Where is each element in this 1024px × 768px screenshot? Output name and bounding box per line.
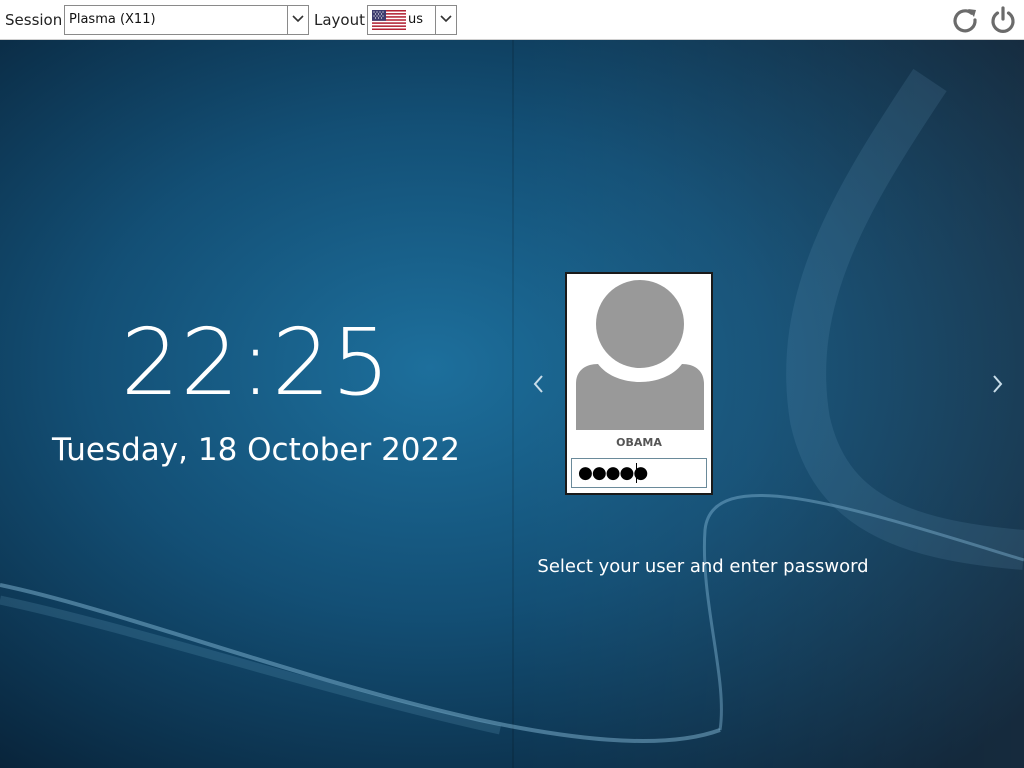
chevron-down-icon — [292, 15, 304, 23]
us-flag-icon — [372, 10, 406, 30]
session-label: Session — [5, 11, 63, 29]
login-hint: Select your user and enter password — [537, 556, 869, 577]
clock-date: Tuesday, 18 October 2022 — [52, 432, 460, 468]
layout-select[interactable]: us — [367, 5, 457, 35]
shutdown-button[interactable] — [988, 5, 1018, 35]
power-icon — [991, 6, 1015, 33]
chevron-down-icon — [440, 15, 452, 23]
password-input[interactable]: ●●●●● — [571, 458, 707, 488]
username-label: OBAMA — [616, 436, 662, 449]
reboot-icon — [953, 9, 977, 33]
session-dropdown-button[interactable] — [287, 6, 308, 34]
user-card[interactable]: OBAMA ●●●●● — [565, 272, 713, 495]
login-screen: Session Plasma (X11) Layout us 22:25 Tue… — [0, 0, 1024, 768]
layout-label: Layout — [314, 11, 365, 29]
user-avatar-icon — [576, 280, 704, 430]
chevron-right-icon[interactable] — [989, 373, 1005, 395]
clock-time: 22:25 — [120, 309, 392, 416]
session-value: Plasma (X11) — [69, 12, 156, 27]
layout-dropdown-button[interactable] — [435, 6, 456, 34]
text-cursor — [636, 463, 637, 483]
reboot-button[interactable] — [950, 5, 980, 35]
layout-value: us — [408, 12, 424, 27]
session-select[interactable]: Plasma (X11) — [64, 5, 309, 35]
chevron-left-icon[interactable] — [531, 373, 547, 395]
top-toolbar: Session Plasma (X11) Layout us — [0, 0, 1024, 40]
